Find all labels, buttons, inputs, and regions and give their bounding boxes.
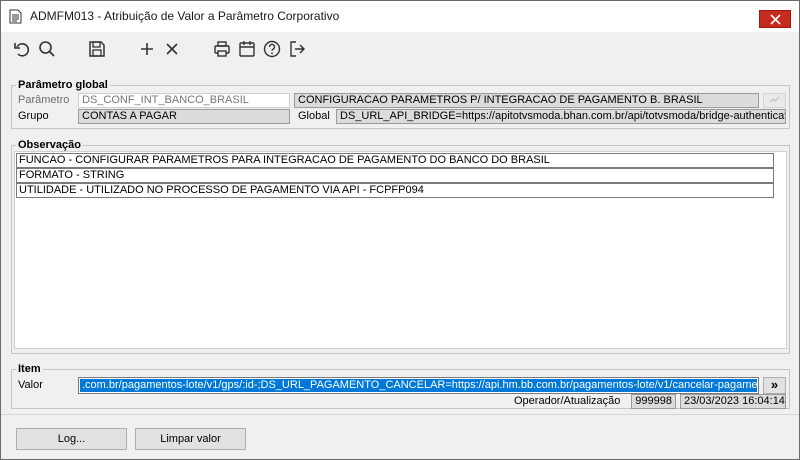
log-button[interactable]: Log... <box>16 428 127 450</box>
value-label: Valor <box>18 379 43 391</box>
global-label: Global <box>298 110 330 122</box>
expand-value-button[interactable]: » <box>763 377 786 394</box>
global-field[interactable]: DS_URL_API_BRIDGE=https://apitotvsmoda.b… <box>336 109 786 124</box>
delete-icon[interactable] <box>162 39 182 59</box>
calendar-icon[interactable] <box>237 39 257 59</box>
exit-icon[interactable] <box>287 39 307 59</box>
title-bar: ADMFM013 - Atribuição de Valor a Parâmet… <box>1 1 799 32</box>
observation-line[interactable]: FORMATO - STRING <box>16 168 774 183</box>
param-label: Parâmetro <box>18 94 70 106</box>
operator-field[interactable]: 999998 <box>631 394 676 409</box>
operator-label: Operador/Atualização <box>514 395 621 407</box>
clear-value-button[interactable]: Limpar valor <box>135 428 246 450</box>
observation-line[interactable]: FUNCAO - CONFIGURAR PARAMETROS PARA INTE… <box>16 153 774 168</box>
add-icon[interactable] <box>137 39 157 59</box>
param-field[interactable]: DS_CONF_INT_BANCO_BRASIL <box>78 93 290 108</box>
app-document-icon <box>9 9 22 24</box>
updated-at-field[interactable]: 23/03/2023 16:04:14 <box>680 394 786 409</box>
print-icon[interactable] <box>212 39 232 59</box>
group-label: Grupo <box>18 110 49 122</box>
global-param-legend: Parâmetro global <box>18 79 108 91</box>
value-field[interactable]: .com.br/pagamentos-lote/v1/gps/:id-;DS_U… <box>78 377 759 394</box>
observation-line[interactable]: UTILIDADE - UTILIZADO NO PROCESSO DE PAG… <box>16 183 774 198</box>
observation-legend: Observação <box>18 139 81 151</box>
window-title: ADMFM013 - Atribuição de Valor a Parâmet… <box>30 9 340 23</box>
save-icon[interactable] <box>87 39 107 59</box>
group-field[interactable]: CONTAS A PAGAR <box>78 109 290 124</box>
search-icon[interactable] <box>37 39 57 59</box>
close-button[interactable] <box>759 10 791 28</box>
toolbar <box>1 32 799 66</box>
observation-list[interactable]: FUNCAO - CONFIGURAR PARAMETROS PARA INTE… <box>14 151 787 349</box>
help-icon[interactable] <box>262 39 282 59</box>
param-lookup-button[interactable] <box>763 93 786 108</box>
lookup-icon <box>769 96 780 103</box>
undo-icon[interactable] <box>12 39 32 59</box>
item-legend: Item <box>18 363 41 375</box>
footer-divider <box>1 414 799 415</box>
param-description-field[interactable]: CONFIGURACAO PARAMETROS P/ INTEGRACAO DE… <box>294 93 759 108</box>
main-window: ADMFM013 - Atribuição de Valor a Parâmet… <box>0 0 800 460</box>
close-icon <box>770 14 781 25</box>
value-selected-text: .com.br/pagamentos-lote/v1/gps/:id-;DS_U… <box>80 379 757 392</box>
